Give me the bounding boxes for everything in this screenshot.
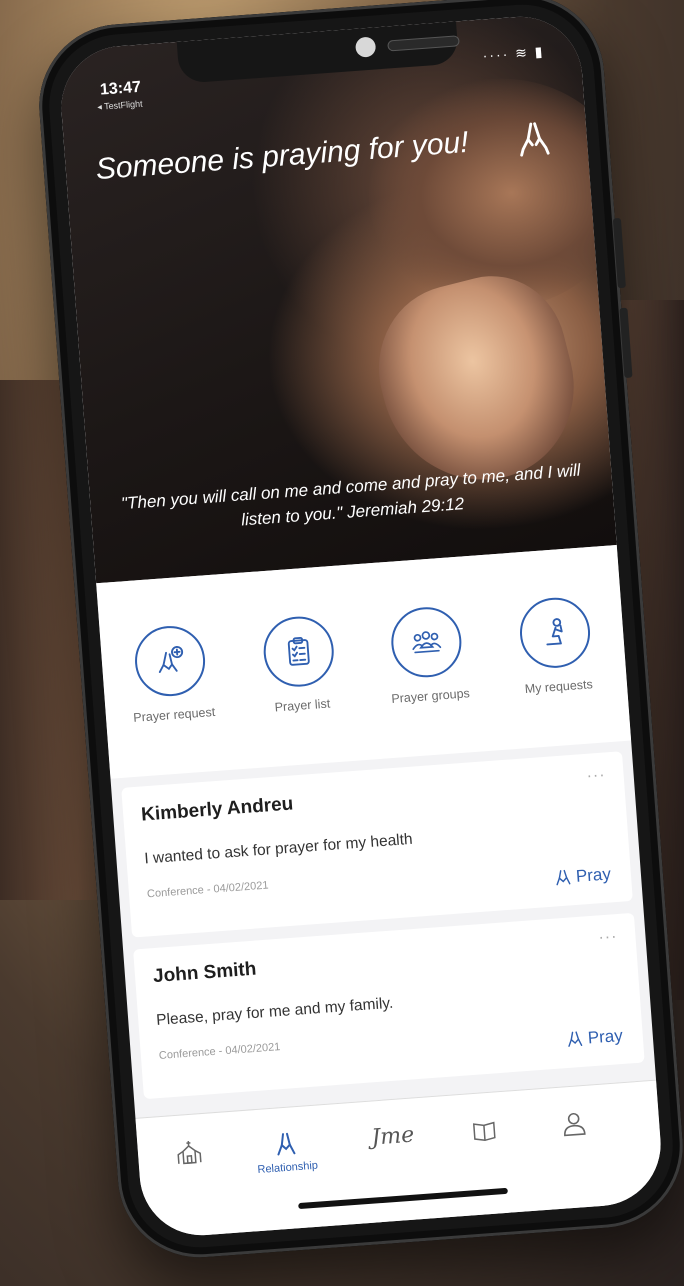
clipboard-list-icon — [260, 614, 336, 690]
more-options-icon[interactable]: ··· — [586, 767, 606, 786]
tab-relationship[interactable]: Relationship — [255, 1130, 318, 1176]
status-time: 13:47 — [99, 78, 142, 99]
person-icon — [564, 1112, 586, 1137]
praying-hands-plus-icon — [132, 623, 208, 699]
pray-label: Pray — [587, 1025, 624, 1048]
pray-label: Pray — [575, 864, 612, 886]
shortcut-label: My requests — [524, 677, 594, 697]
pray-button[interactable]: Pray — [553, 864, 612, 888]
volume-up-button — [612, 217, 626, 289]
book-icon — [472, 1121, 496, 1142]
tab-church[interactable] — [175, 1138, 203, 1166]
notch — [176, 21, 460, 84]
request-text: Please, pray for me and my family. — [155, 994, 394, 1030]
prayer-request-button[interactable]: Prayer request — [107, 622, 240, 779]
tab-bible[interactable] — [470, 1116, 498, 1144]
shortcut-label: Prayer list — [274, 696, 331, 715]
phone-mockup: 13:47 ◂ TestFlight ···· ≋ ▮ Someone is p… — [0, 0, 684, 1286]
tab-label: Relationship — [257, 1159, 319, 1177]
request-meta: Conference - 04/02/2021 — [158, 1041, 281, 1062]
my-requests-button[interactable]: My requests — [491, 593, 624, 750]
prayer-list-button[interactable]: Prayer list — [235, 612, 368, 769]
jme-logo: Jme — [370, 1122, 416, 1151]
kneeling-person-icon — [517, 595, 593, 671]
tab-bar: Relationship Jme — [135, 1079, 665, 1240]
signal-icon: ···· — [482, 45, 510, 64]
pray-button[interactable]: Pray — [565, 1026, 623, 1050]
speaker-icon — [387, 35, 460, 52]
shortcut-label: Prayer request — [132, 704, 216, 725]
request-text: I wanted to ask for prayer for my health — [143, 830, 414, 868]
testflight-back-link[interactable]: ◂ TestFlight — [97, 99, 143, 113]
praying-hands-icon — [556, 869, 571, 886]
bible-quote: "Then you will call on me and come and p… — [120, 460, 582, 530]
tab-profile[interactable] — [560, 1110, 588, 1138]
church-icon — [177, 1140, 202, 1165]
prayer-request-card[interactable]: Kimberly Andreu ··· I wanted to ask for … — [121, 751, 633, 938]
praying-hands-icon[interactable] — [513, 119, 554, 169]
more-options-icon[interactable]: ··· — [598, 928, 618, 947]
prayer-groups-button[interactable]: Prayer groups — [363, 603, 496, 760]
shortcut-bar: Prayer request Prayer list Prayer groups… — [96, 545, 632, 779]
praying-hands-icon — [277, 1132, 296, 1156]
status-icons: ···· ≋ ▮ — [482, 43, 545, 64]
volume-down-button — [619, 307, 633, 379]
wifi-icon: ≋ — [514, 44, 530, 62]
group-icon — [389, 604, 465, 680]
phone-frame: 13:47 ◂ TestFlight ···· ≋ ▮ Someone is p… — [33, 0, 684, 1264]
app-screen: 13:47 ◂ TestFlight ···· ≋ ▮ Someone is p… — [57, 12, 665, 1240]
requester-name: Kimberly Andreu — [140, 793, 295, 826]
tab-jme[interactable]: Jme — [371, 1123, 415, 1151]
hero-banner: 13:47 ◂ TestFlight ···· ≋ ▮ Someone is p… — [57, 12, 617, 584]
praying-hands-icon — [568, 1031, 583, 1047]
home-indicator — [298, 1187, 508, 1210]
camera-icon — [354, 36, 377, 58]
battery-icon: ▮ — [534, 43, 545, 60]
requester-name: John Smith — [152, 958, 258, 988]
shortcut-label: Prayer groups — [390, 686, 471, 706]
prayer-request-card[interactable]: John Smith ··· Please, pray for me and m… — [133, 912, 645, 1100]
request-meta: Conference - 04/02/2021 — [146, 879, 269, 901]
